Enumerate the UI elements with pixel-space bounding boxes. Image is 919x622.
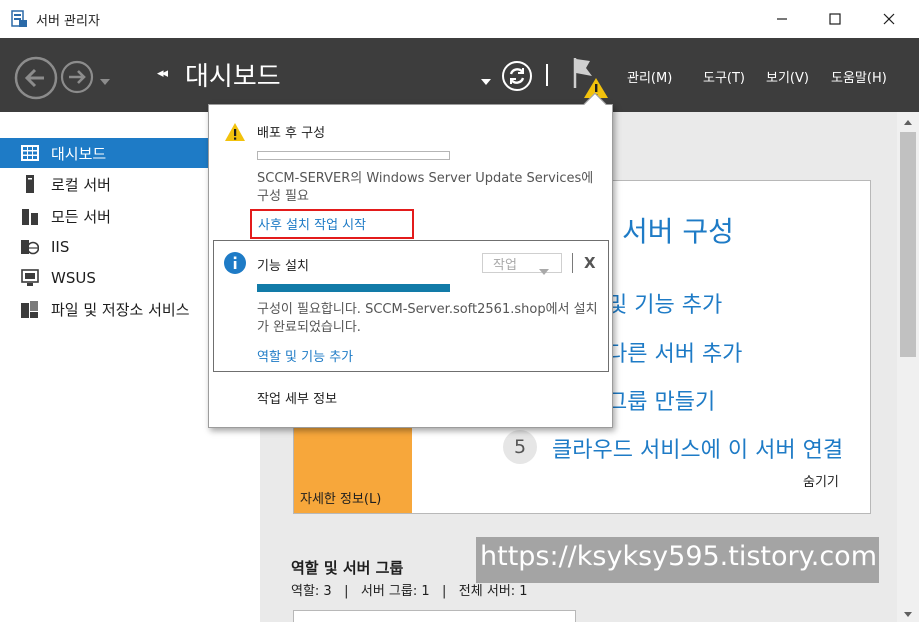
refresh-icon	[502, 61, 532, 91]
scroll-down-icon[interactable]	[897, 606, 919, 622]
notification-message: 구성이 필요합니다. SCCM-Server.soft2561.shop에서 설…	[257, 302, 598, 335]
sidebar-item-label: IIS	[51, 238, 70, 256]
chevron-down-icon[interactable]	[481, 70, 491, 89]
forward-button[interactable]	[60, 60, 94, 94]
title-bar: 서버 관리자	[0, 0, 919, 38]
local-server-icon	[21, 175, 39, 193]
notification-title: 기능 설치	[257, 259, 309, 274]
minimize-icon	[777, 18, 787, 20]
step-create-group-link[interactable]: 그룹 만들기	[607, 384, 715, 416]
more-info-link[interactable]: 자세한 정보(L)	[300, 488, 381, 507]
toolbar-divider	[546, 64, 548, 86]
vertical-scrollbar[interactable]	[897, 112, 919, 622]
notification-title: 배포 후 구성	[257, 126, 326, 141]
step-connect-cloud-link[interactable]: 클라우드 서비스에 이 서버 연결	[552, 432, 843, 464]
sidebar-item-label: 로컬 서버	[51, 175, 111, 194]
minimize-button[interactable]	[759, 0, 805, 38]
all-servers-icon	[21, 207, 39, 225]
maximize-icon	[829, 13, 841, 25]
history-dropdown-icon[interactable]	[100, 70, 110, 89]
warning-icon	[224, 122, 246, 142]
back-button[interactable]	[14, 56, 58, 100]
menu-tools[interactable]: 도구(T)	[703, 67, 745, 86]
notifications-button[interactable]	[570, 56, 610, 100]
wsus-icon	[21, 269, 39, 287]
info-icon	[223, 251, 247, 275]
hide-link[interactable]: 숨기기	[803, 471, 839, 490]
task-dropdown[interactable]: 작업	[482, 253, 562, 273]
breadcrumb-arrows: ◂◂	[157, 66, 168, 81]
notification-progress-bar	[257, 151, 450, 160]
step-add-roles-link[interactable]: 및 기능 추가	[607, 287, 722, 319]
sidebar-item-label: WSUS	[51, 269, 96, 287]
dashboard-grid-icon	[21, 144, 39, 162]
sidebar-item-label: 대시보드	[51, 144, 107, 163]
toolbar: ◂◂ 대시보드 관리(M) 도구(T) 보기(V) 도움말(H)	[0, 38, 919, 112]
step-add-servers-link[interactable]: 다른 서버 추가	[607, 336, 742, 368]
maximize-button[interactable]	[812, 0, 858, 38]
back-arrow-icon	[14, 56, 58, 100]
step-number-badge: 5	[503, 430, 537, 464]
forward-arrow-icon	[60, 60, 94, 94]
page-title: 대시보드	[185, 62, 281, 92]
task-details-link[interactable]: 작업 세부 정보	[257, 388, 337, 407]
close-button[interactable]	[866, 0, 912, 38]
scroll-thumb[interactable]	[900, 132, 916, 357]
iis-icon	[21, 238, 39, 256]
sidebar-item-label: 모든 서버	[51, 207, 111, 226]
notification-flag-icon	[573, 58, 608, 98]
divider	[572, 253, 573, 273]
close-icon	[883, 13, 895, 25]
server-manager-icon	[10, 10, 28, 28]
start-post-install-tasks-link[interactable]: 사후 설치 작업 시작	[250, 209, 414, 239]
roles-section-title: 역할 및 서버 그룹	[291, 559, 404, 577]
role-tile[interactable]	[293, 610, 576, 622]
welcome-heading: 서버 구성	[622, 215, 734, 248]
sidebar-item-label: 파일 및 저장소 서비스	[51, 300, 190, 319]
menu-manage[interactable]: 관리(M)	[627, 67, 672, 86]
menu-view[interactable]: 보기(V)	[766, 67, 809, 86]
menu-help[interactable]: 도움말(H)	[831, 67, 887, 86]
file-storage-icon	[21, 300, 39, 318]
window-title: 서버 관리자	[36, 14, 100, 29]
notification-message: SCCM-SERVER의 Windows Server Update Servi…	[257, 171, 594, 204]
watermark: https://ksyksy595.tistory.com	[476, 537, 879, 583]
add-roles-features-link[interactable]: 역할 및 기능 추가	[257, 346, 353, 365]
notification-progress-bar	[257, 284, 450, 292]
dismiss-notification-button[interactable]: X	[584, 254, 596, 272]
chevron-down-icon	[539, 260, 549, 279]
refresh-button[interactable]	[501, 60, 533, 92]
scroll-up-icon[interactable]	[897, 114, 919, 130]
